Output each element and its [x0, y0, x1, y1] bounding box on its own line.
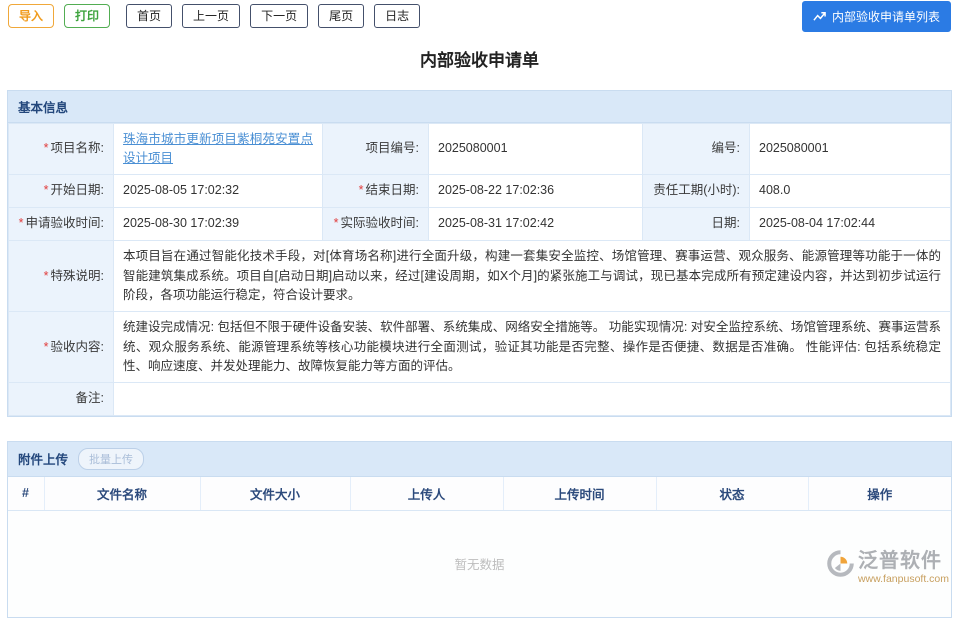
brand-name: 泛普软件: [858, 550, 949, 572]
project-name-value: 珠海市城市更新项目紫桐苑安置点设计项目: [114, 124, 323, 175]
list-view-button[interactable]: 内部验收申请单列表: [802, 1, 951, 32]
project-no-label: 项目编号:: [323, 124, 429, 175]
nav-last-button[interactable]: 尾页: [318, 4, 364, 28]
label-text: 项目名称:: [51, 141, 104, 155]
col-index: #: [8, 477, 44, 511]
remark-label: 备注:: [9, 383, 114, 415]
actual-time-value: 2025-08-31 17:02:42: [429, 208, 643, 241]
label-text: 开始日期:: [51, 183, 104, 197]
col-actions: 操作: [808, 477, 951, 511]
label-text: 验收内容:: [51, 340, 104, 354]
required-mark: *: [334, 216, 339, 230]
required-mark: *: [359, 183, 364, 197]
project-name-label: *项目名称:: [9, 124, 114, 175]
duration-value: 408.0: [750, 175, 951, 208]
apply-time-value: 2025-08-30 17:02:39: [114, 208, 323, 241]
nav-log-button[interactable]: 日志: [374, 4, 420, 28]
label-text: 编号:: [712, 141, 740, 155]
col-upload-time: 上传时间: [503, 477, 656, 511]
label-text: 项目编号:: [366, 141, 419, 155]
basic-info-header: 基本信息: [8, 91, 951, 123]
empty-state-text: 暂无数据: [454, 554, 504, 573]
nav-home-button[interactable]: 首页: [126, 4, 172, 28]
trend-arrow-icon: [813, 10, 826, 23]
project-name-link[interactable]: 珠海市城市更新项目紫桐苑安置点设计项目: [123, 130, 313, 168]
end-date-value: 2025-08-22 17:02:36: [429, 175, 643, 208]
duration-label: 责任工期(小时):: [643, 175, 750, 208]
no-label: 编号:: [643, 124, 750, 175]
attachments-table: # 文件名称 文件大小 上传人 上传时间 状态 操作: [8, 477, 951, 511]
label-text: 特殊说明:: [51, 269, 104, 283]
label-text: 结束日期:: [366, 183, 419, 197]
project-no-value: 2025080001: [429, 124, 643, 175]
acceptance-content-label: *验收内容:: [9, 312, 114, 383]
page-title: 内部验收申请单: [0, 46, 959, 71]
attachments-empty-area: 暂无数据: [8, 511, 951, 617]
special-note-value: 本项目旨在通过智能化技术手段，对[体育场名称]进行全面升级，构建一套集安全监控、…: [114, 241, 951, 312]
start-date-value: 2025-08-05 17:02:32: [114, 175, 323, 208]
col-file-size: 文件大小: [200, 477, 350, 511]
import-button[interactable]: 导入: [8, 4, 54, 28]
remark-value: [114, 383, 951, 415]
special-note-label: *特殊说明:: [9, 241, 114, 312]
required-mark: *: [44, 141, 49, 155]
pager-nav: 首页 上一页 下一页 尾页 日志: [126, 4, 420, 28]
date-label: 日期:: [643, 208, 750, 241]
nav-prev-button[interactable]: 上一页: [182, 4, 240, 28]
required-mark: *: [44, 340, 49, 354]
required-mark: *: [44, 183, 49, 197]
toolbar: 导入 打印 首页 上一页 下一页 尾页 日志 内部验收申请单列表: [0, 0, 959, 31]
col-file-name: 文件名称: [44, 477, 200, 511]
fanpu-watermark: 泛普软件 www.fanpusoft.com: [827, 550, 949, 585]
label-text: 责任工期(小时):: [653, 183, 740, 197]
basic-info-header-label: 基本信息: [18, 97, 68, 116]
date-value: 2025-08-04 17:02:44: [750, 208, 951, 241]
label-text: 备注:: [76, 391, 104, 405]
brand-url: www.fanpusoft.com: [858, 573, 949, 585]
list-view-label: 内部验收申请单列表: [832, 8, 940, 25]
start-date-label: *开始日期:: [9, 175, 114, 208]
attachments-header-row: # 文件名称 文件大小 上传人 上传时间 状态 操作: [8, 477, 951, 511]
required-mark: *: [19, 216, 24, 230]
col-uploader: 上传人: [350, 477, 503, 511]
batch-upload-button[interactable]: 批量上传: [78, 448, 144, 470]
apply-time-label: *申请验收时间:: [9, 208, 114, 241]
nav-next-button[interactable]: 下一页: [250, 4, 308, 28]
attachments-header-label: 附件上传: [18, 449, 68, 468]
brand-text-block: 泛普软件 www.fanpusoft.com: [858, 550, 949, 585]
actual-time-label: *实际验收时间:: [323, 208, 429, 241]
label-text: 日期:: [712, 216, 740, 230]
basic-info-panel: 基本信息 *项目名称: 珠海市城市更新项目紫桐苑安置点设计项目 项目编号: 20…: [7, 90, 952, 417]
attachments-panel: 附件上传 批量上传 # 文件名称 文件大小 上传人 上传时间 状态 操作 暂无数…: [7, 441, 952, 618]
required-mark: *: [44, 269, 49, 283]
no-value: 2025080001: [750, 124, 951, 175]
col-status: 状态: [656, 477, 808, 511]
fanpu-logo-icon: [827, 550, 854, 577]
label-text: 实际验收时间:: [341, 216, 419, 230]
acceptance-content-value: 统建设完成情况: 包括但不限于硬件设备安装、软件部署、系统集成、网络安全措施等。…: [114, 312, 951, 383]
label-text: 申请验收时间:: [26, 216, 104, 230]
attachments-header: 附件上传 批量上传: [8, 442, 951, 477]
end-date-label: *结束日期:: [323, 175, 429, 208]
print-button[interactable]: 打印: [64, 4, 110, 28]
basic-info-table: *项目名称: 珠海市城市更新项目紫桐苑安置点设计项目 项目编号: 2025080…: [8, 123, 951, 416]
